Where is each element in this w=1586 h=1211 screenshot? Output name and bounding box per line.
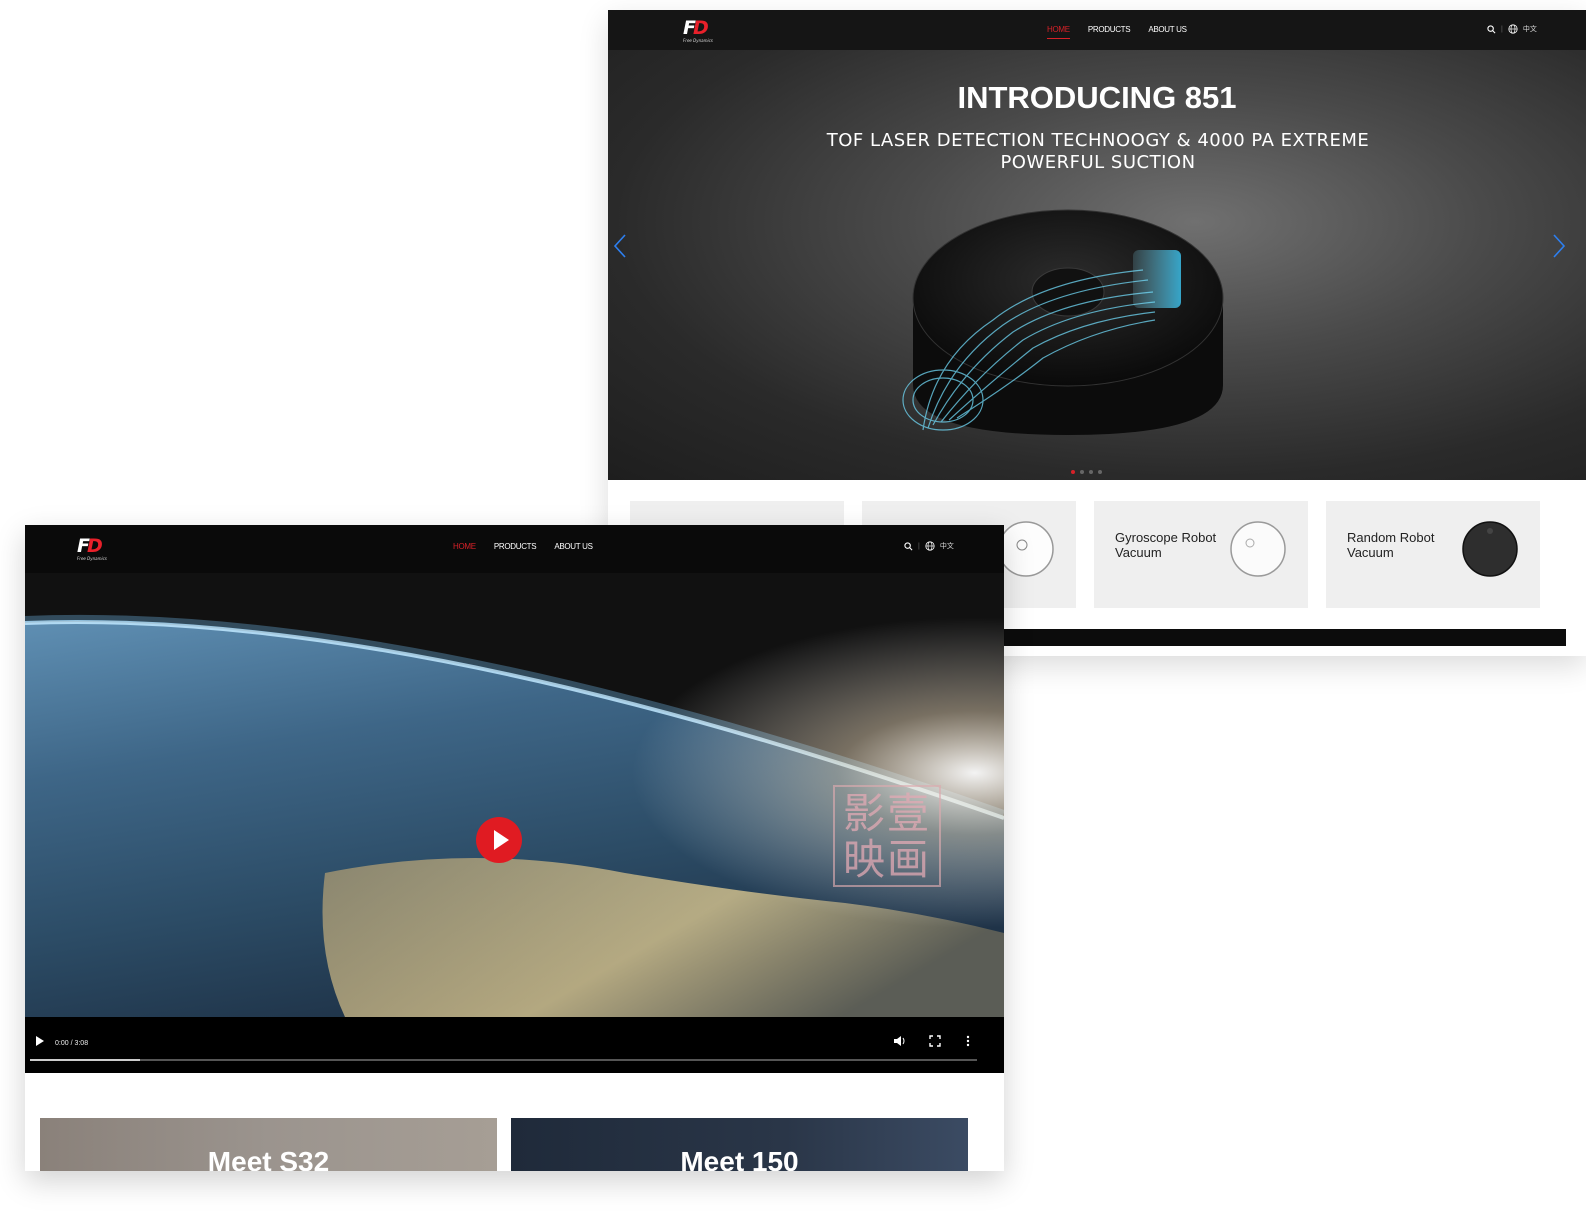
product-tile-title: Meet S32 <box>207 1146 330 1171</box>
black-robot-vacuum-image <box>1462 521 1518 577</box>
product-tile-title: Meet 150 <box>680 1146 799 1171</box>
product-card[interactable]: Gyroscope Robot Vacuum <box>1094 501 1308 608</box>
nav-products-link[interactable]: PRODUCTS <box>1088 25 1131 39</box>
nav-products-link[interactable]: PRODUCTS <box>494 542 537 555</box>
brand-logo[interactable]: FD Free Dynamics <box>77 535 107 561</box>
white-robot-vacuum-image <box>1230 521 1286 577</box>
carousel-dot[interactable] <box>1089 470 1093 474</box>
nav-home-link[interactable]: HOME <box>453 542 476 555</box>
globe-icon[interactable] <box>1508 24 1518 34</box>
top-navigation: FD Free Dynamics HOME PRODUCTS ABOUT US |… <box>25 525 1004 573</box>
nav-about-link[interactable]: ABOUT US <box>1148 25 1187 39</box>
globe-icon[interactable] <box>925 541 935 551</box>
product-card-title: Gyroscope Robot Vacuum <box>1115 530 1217 560</box>
carousel-dot[interactable] <box>1098 470 1102 474</box>
product-tiles: Meet S32 Meet 150 <box>25 1073 1004 1171</box>
product-card[interactable]: Random Robot Vacuum <box>1326 501 1540 608</box>
divider: | <box>1501 25 1503 33</box>
top-navigation: FD Free Dynamics HOME PRODUCTS ABOUT US |… <box>608 10 1586 50</box>
nav-tools: | 中文 <box>904 541 954 551</box>
robot-vacuum-image <box>902 209 1224 435</box>
fullscreen-icon[interactable] <box>929 1035 941 1047</box>
language-switch[interactable]: 中文 <box>1523 24 1537 34</box>
hero-banner: INTRODUCING 851 TOF LASER DETECTION TECH… <box>608 50 1586 480</box>
white-robot-vacuum-image <box>998 521 1054 577</box>
video-progress-bar[interactable] <box>30 1059 977 1061</box>
play-icon <box>494 830 509 850</box>
product-tile[interactable]: Meet S32 <box>40 1118 497 1171</box>
search-icon[interactable] <box>904 541 913 551</box>
video-time: 0:00 / 3:08 <box>55 1040 89 1047</box>
carousel-dot[interactable] <box>1080 470 1084 474</box>
brand-logo[interactable]: FD Free Dynamics <box>683 17 713 43</box>
product-tile[interactable]: Meet 150 <box>511 1118 968 1171</box>
play-icon[interactable] <box>35 1035 45 1047</box>
video-player[interactable]: 影壹映画 <box>25 573 1004 1017</box>
front-website-screenshot: FD Free Dynamics HOME PRODUCTS ABOUT US |… <box>25 525 1004 1171</box>
video-progress-fill <box>30 1059 140 1061</box>
more-vertical-icon[interactable] <box>965 1035 971 1047</box>
chevron-left-icon[interactable] <box>613 233 627 259</box>
play-button[interactable] <box>476 817 522 863</box>
main-menu: HOME PRODUCTS ABOUT US <box>453 542 593 555</box>
nav-about-link[interactable]: ABOUT US <box>554 542 593 555</box>
nav-tools: | 中文 <box>1487 24 1537 34</box>
watermark-logo: 影壹映画 <box>833 785 941 887</box>
video-controls: 0:00 / 3:08 <box>25 1017 1004 1073</box>
hero-title: INTRODUCING 851 <box>957 80 1237 115</box>
main-menu: HOME PRODUCTS ABOUT US <box>1047 25 1187 39</box>
product-card-title: Random Robot Vacuum <box>1347 530 1435 560</box>
divider: | <box>918 542 920 550</box>
hero-subtitle: TOF LASER DETECTION TECHNOOGY & 4000 PA … <box>826 130 1370 173</box>
carousel-dot[interactable] <box>1071 470 1075 474</box>
volume-icon[interactable] <box>893 1035 907 1047</box>
search-icon[interactable] <box>1487 24 1496 34</box>
carousel-dots <box>1071 470 1102 474</box>
language-switch[interactable]: 中文 <box>940 541 954 551</box>
chevron-right-icon[interactable] <box>1552 233 1566 259</box>
nav-home-link[interactable]: HOME <box>1047 25 1070 39</box>
